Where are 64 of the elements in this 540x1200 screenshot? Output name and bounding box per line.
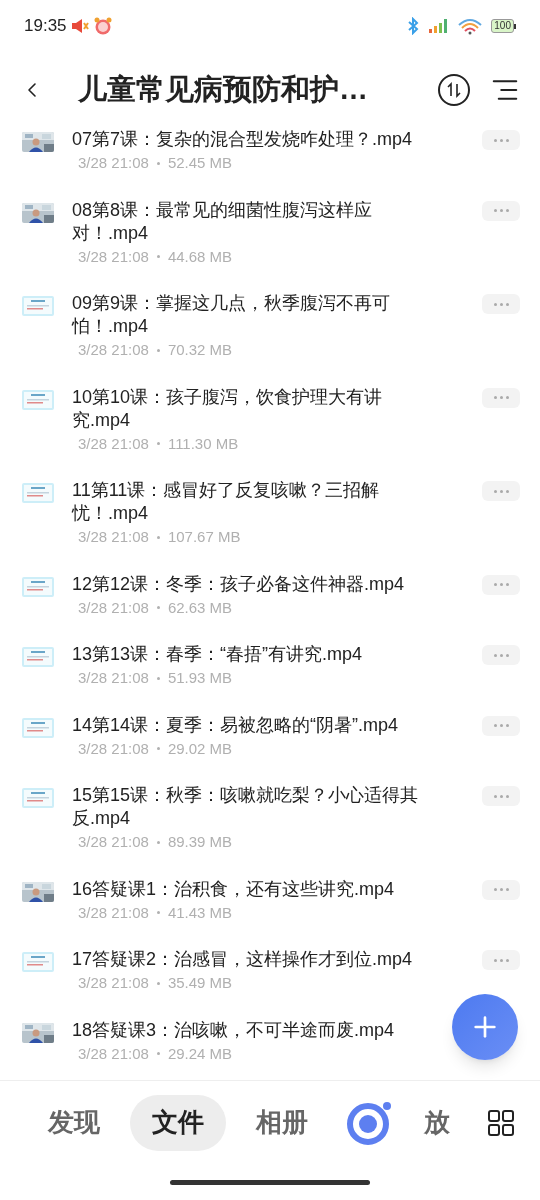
file-size: 29.24 MB bbox=[167, 1043, 233, 1064]
file-name[interactable]: 07第7课：复杂的混合型发烧咋处理？.mp4 bbox=[72, 128, 424, 151]
nav-tab[interactable]: 放 bbox=[402, 1094, 472, 1151]
file-date: 3/28 21:08 bbox=[78, 597, 149, 618]
file-size: 70.32 MB bbox=[167, 340, 233, 360]
more-button[interactable] bbox=[482, 786, 520, 806]
more-button[interactable] bbox=[482, 130, 520, 150]
file-size: 62.63 MB bbox=[167, 597, 233, 618]
status-time: 19:35 bbox=[24, 15, 67, 38]
more-button[interactable] bbox=[482, 574, 520, 595]
more-button[interactable] bbox=[482, 200, 520, 221]
file-size: 41.43 MB bbox=[167, 902, 233, 923]
file-name[interactable]: 10第10课：孩子腹泻，饮食护理大有讲究.mp4 bbox=[72, 385, 424, 432]
file-size: 35.49 MB bbox=[167, 973, 233, 993]
file-date: 3/28 21:08 bbox=[78, 153, 149, 173]
more-button[interactable] bbox=[482, 387, 520, 408]
alarm-clock-icon bbox=[92, 16, 113, 36]
sort-button[interactable] bbox=[438, 74, 470, 106]
file-name[interactable]: 15第15课：秋季：咳嗽就吃梨？小心适得其反.mp4 bbox=[72, 784, 424, 830]
page-title: 儿童常见病预防和护… bbox=[78, 72, 368, 108]
nav-tab[interactable]: 相册 bbox=[234, 1094, 330, 1151]
file-name[interactable]: 16答疑课1：治积食，还有这些讲究.mp4 bbox=[72, 877, 424, 901]
file-name[interactable]: 17答疑课2：治感冒，这样操作才到位.mp4 bbox=[72, 948, 424, 971]
sort-icon bbox=[446, 82, 462, 98]
add-button[interactable] bbox=[452, 994, 518, 1060]
file-date: 3/28 21:08 bbox=[78, 902, 149, 923]
more-button[interactable] bbox=[482, 645, 520, 665]
file-size: 44.68 MB bbox=[167, 246, 233, 267]
bluetooth-icon bbox=[407, 17, 420, 35]
file-size: 111.30 MB bbox=[167, 433, 239, 454]
file-size: 51.93 MB bbox=[167, 668, 233, 688]
file-date: 3/28 21:08 bbox=[78, 738, 149, 759]
file-date: 3/28 21:08 bbox=[78, 668, 149, 688]
file-size: 89.39 MB bbox=[167, 832, 233, 852]
nav-tab[interactable]: 发现 bbox=[26, 1094, 122, 1151]
file-date: 3/28 21:08 bbox=[78, 832, 149, 852]
more-button[interactable] bbox=[482, 879, 520, 900]
file-date: 3/28 21:08 bbox=[78, 433, 149, 454]
file-name[interactable]: 11第11课：感冒好了反复咳嗽？三招解忧！.mp4 bbox=[72, 479, 424, 525]
more-button[interactable] bbox=[482, 950, 520, 970]
speaker-icon bbox=[70, 18, 89, 34]
file-date: 3/28 21:08 bbox=[78, 1043, 149, 1064]
nav-tab[interactable]: 文件 bbox=[130, 1094, 226, 1151]
logo-icon[interactable] bbox=[346, 1099, 394, 1146]
file-name[interactable]: 09第9课：掌握这几点，秋季腹泻不再可怕！.mp4 bbox=[72, 292, 424, 338]
battery-icon: 100 bbox=[491, 19, 516, 33]
file-name[interactable]: 13第13课：春季：“春捂”有讲究.mp4 bbox=[72, 643, 424, 666]
file-date: 3/28 21:08 bbox=[78, 527, 149, 547]
file-date: 3/28 21:08 bbox=[78, 340, 149, 360]
file-name[interactable]: 18答疑课3：治咳嗽，不可半途而废.mp4 bbox=[72, 1018, 424, 1042]
file-date: 3/28 21:08 bbox=[78, 246, 149, 267]
file-size: 52.45 MB bbox=[167, 153, 233, 173]
signal-icon bbox=[427, 17, 450, 35]
grid-icon[interactable] bbox=[488, 1109, 514, 1136]
more-button[interactable] bbox=[482, 481, 520, 501]
file-name[interactable]: 08第8课：最常见的细菌性腹泻这样应对！.mp4 bbox=[72, 198, 424, 245]
file-date: 3/28 21:08 bbox=[78, 973, 149, 993]
file-size: 29.02 MB bbox=[167, 738, 233, 759]
more-button[interactable] bbox=[482, 715, 520, 736]
more-button[interactable] bbox=[482, 294, 520, 314]
wifi-icon bbox=[457, 17, 484, 35]
file-name[interactable]: 12第12课：冬季：孩子必备这件神器.mp4 bbox=[72, 572, 424, 596]
file-size: 107.67 MB bbox=[167, 527, 241, 547]
file-name[interactable]: 14第14课：夏季：易被忽略的“阴暑”.mp4 bbox=[72, 713, 424, 737]
